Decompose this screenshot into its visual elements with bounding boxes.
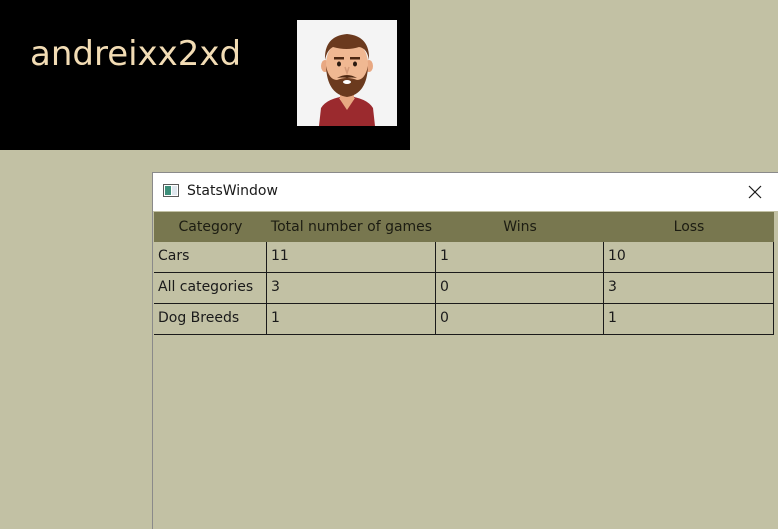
avatar	[297, 20, 397, 126]
cell-loss[interactable]: 10	[604, 242, 774, 273]
stats-window: StatsWindow Category Total number of gam…	[152, 172, 778, 529]
window-title: StatsWindow	[187, 183, 278, 199]
window-titlebar[interactable]: StatsWindow	[153, 173, 778, 211]
close-icon	[748, 185, 762, 199]
table-row[interactable]: Dog Breeds 1 0 1	[154, 304, 774, 335]
column-header-total-games[interactable]: Total number of games	[267, 212, 436, 242]
table-header-row: Category Total number of games Wins Loss	[154, 212, 774, 242]
cell-total-games[interactable]: 1	[267, 304, 436, 335]
cell-wins[interactable]: 0	[436, 304, 604, 335]
username-label: andreixx2xd	[30, 34, 242, 74]
cell-category[interactable]: Dog Breeds	[154, 304, 267, 335]
cell-wins[interactable]: 1	[436, 242, 604, 273]
cell-loss[interactable]: 1	[604, 304, 774, 335]
cell-total-games[interactable]: 3	[267, 273, 436, 304]
cell-category[interactable]: Cars	[154, 242, 267, 273]
column-header-category[interactable]: Category	[154, 212, 267, 242]
profile-panel: andreixx2xd	[0, 0, 410, 150]
cell-loss[interactable]: 3	[604, 273, 774, 304]
close-button[interactable]	[732, 173, 778, 211]
table-row[interactable]: All categories 3 0 3	[154, 273, 774, 304]
cell-total-games[interactable]: 11	[267, 242, 436, 273]
cell-wins[interactable]: 0	[436, 273, 604, 304]
column-header-loss[interactable]: Loss	[604, 212, 774, 242]
window-app-icon	[163, 184, 179, 197]
bearded-man-avatar-icon	[319, 34, 375, 126]
column-header-wins[interactable]: Wins	[436, 212, 604, 242]
cell-category[interactable]: All categories	[154, 273, 267, 304]
table-row[interactable]: Cars 11 1 10	[154, 242, 774, 273]
stats-table: Category Total number of games Wins Loss…	[154, 212, 774, 335]
